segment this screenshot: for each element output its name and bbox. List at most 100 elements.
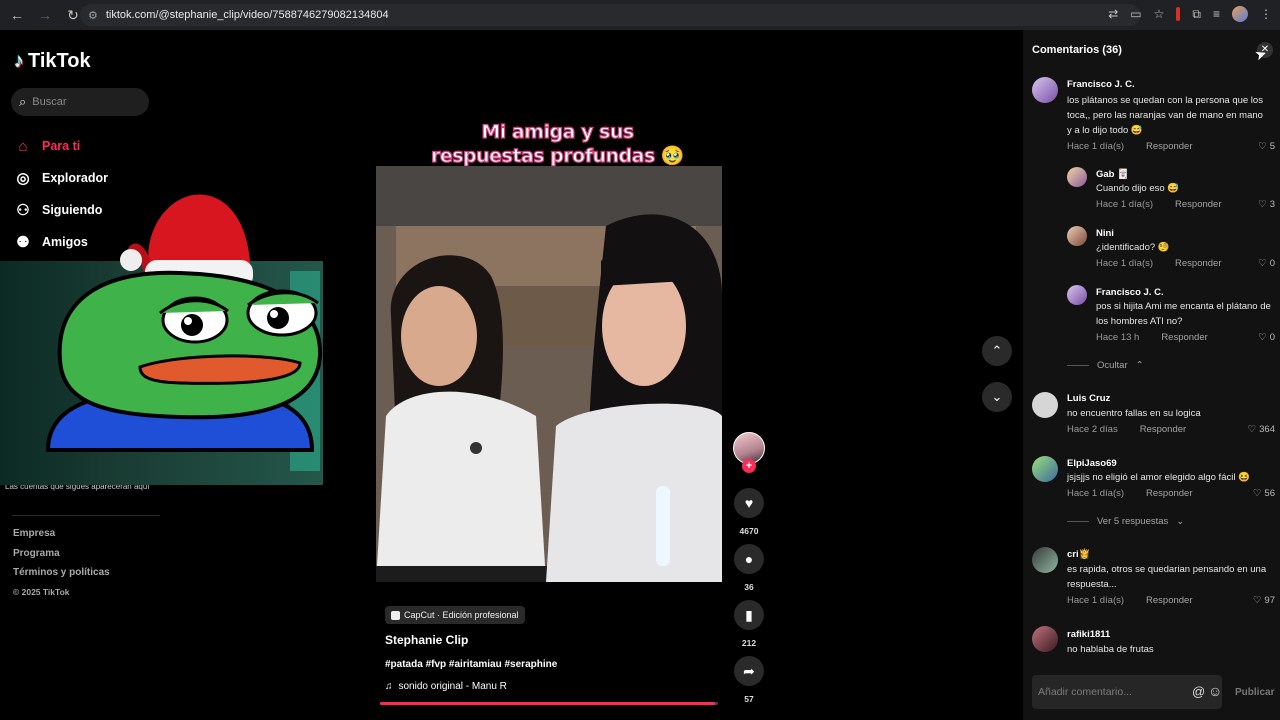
- footer-link-empresa[interactable]: Empresa: [13, 528, 110, 548]
- reload-icon[interactable]: ↻: [66, 7, 80, 24]
- comment-count: 36: [744, 582, 754, 592]
- chevron-up-icon: ⌃: [1135, 360, 1144, 371]
- emoji-icon[interactable]: ☺: [1208, 683, 1222, 699]
- search-box[interactable]: ⌕: [11, 88, 149, 116]
- install-icon[interactable]: ▭: [1130, 7, 1141, 21]
- reply-button[interactable]: Responder: [1175, 258, 1221, 269]
- menu-item-para-ti[interactable]: ⌂ Para ti: [14, 130, 108, 162]
- comment-time: Hace 1 día(s): [1096, 199, 1154, 210]
- comment-text: pos si hijita Ami me encanta el plátano …: [1096, 301, 1271, 327]
- commenter-avatar[interactable]: [1067, 167, 1087, 187]
- pepe-santa-image: [45, 194, 323, 452]
- video-hashtags[interactable]: #patada #fvp #airitamiau #seraphine: [385, 659, 557, 670]
- save-button[interactable]: ▮: [734, 600, 764, 630]
- search-input[interactable]: [32, 96, 133, 108]
- publish-button[interactable]: Publicar: [1235, 687, 1274, 698]
- comment-like-button[interactable]: ♡ 97: [1253, 595, 1275, 606]
- previous-video-button[interactable]: ⌃: [982, 336, 1012, 366]
- menu-label: Para ti: [42, 139, 81, 153]
- bookmark-star-icon[interactable]: ☆: [1154, 7, 1165, 21]
- comment-input[interactable]: [1038, 686, 1178, 698]
- reply-button[interactable]: Responder: [1175, 199, 1221, 210]
- video-progress-bar[interactable]: [380, 702, 718, 705]
- next-video-button[interactable]: ⌄: [982, 382, 1012, 412]
- footer-link-terminos[interactable]: Términos y políticas: [13, 567, 110, 587]
- commenter-name[interactable]: rafiki1811: [1067, 629, 1110, 640]
- follow-plus-icon[interactable]: +: [742, 459, 756, 473]
- comment-text: los plátanos se quedan con la persona qu…: [1067, 95, 1263, 136]
- sound-label: sonido original - Manu R: [398, 681, 507, 692]
- chevron-down-icon: ⌄: [1176, 516, 1185, 527]
- reply-button[interactable]: Responder: [1146, 595, 1192, 606]
- commenter-avatar[interactable]: [1032, 392, 1058, 418]
- search-icon: ⌕: [19, 94, 27, 109]
- tiktok-note-icon: ♪: [14, 50, 24, 72]
- comment-like-count: 56: [1264, 488, 1275, 499]
- heart-outline-icon: ♡: [1252, 488, 1262, 499]
- media-control-icon[interactable]: ≡: [1213, 7, 1220, 21]
- commenter-avatar[interactable]: [1032, 77, 1058, 103]
- comment-text: ¿identificado? 🧐: [1096, 242, 1170, 253]
- commenter-name[interactable]: Gab 🃏: [1096, 169, 1129, 180]
- hide-replies-button[interactable]: Ocultar ⌃: [1067, 360, 1144, 371]
- commenter-avatar[interactable]: [1032, 547, 1058, 573]
- commenter-avatar[interactable]: [1067, 226, 1087, 246]
- video-frame-image: [376, 166, 722, 582]
- comment-like-button[interactable]: ♡ 0: [1258, 258, 1275, 269]
- video-sound[interactable]: ♫ sonido original - Manu R: [385, 681, 507, 692]
- commenter-name[interactable]: Francisco J. C.: [1096, 287, 1164, 298]
- commenter-avatar[interactable]: [1032, 626, 1058, 652]
- commenter-name[interactable]: Francisco J. C.: [1067, 79, 1135, 90]
- comment-text: jsjsjjs no eligió el amor elegido algo f…: [1067, 472, 1250, 483]
- tiktok-logo[interactable]: ♪ TikTok: [14, 50, 91, 73]
- commenter-name[interactable]: Nini: [1096, 228, 1114, 239]
- address-bar[interactable]: ⚙ tiktok.com/@stephanie_clip/video/75887…: [80, 4, 1140, 26]
- comment-composer[interactable]: @ ☺: [1032, 675, 1222, 709]
- comment-item: Francisco J. C. los plátanos se quedan c…: [1032, 77, 1275, 157]
- extensions-puzzle-icon[interactable]: ⧉: [1192, 7, 1201, 22]
- video-author[interactable]: Stephanie Clip: [385, 633, 468, 647]
- view-replies-label: Ver 5 respuestas: [1097, 516, 1169, 527]
- reply-button[interactable]: Responder: [1161, 332, 1207, 343]
- commenter-avatar[interactable]: [1032, 456, 1058, 482]
- heart-outline-icon: ♡: [1247, 424, 1257, 435]
- comment-item: Luis Cruz no encuentro fallas en su logi…: [1032, 392, 1275, 438]
- like-count: 4670: [739, 526, 759, 536]
- comments-panel: Comentarios (36) ✕ ➤ Francisco J. C. los…: [1023, 30, 1280, 720]
- commenter-name[interactable]: ElpiJaso69: [1067, 458, 1117, 469]
- commenter-avatar[interactable]: [1067, 285, 1087, 305]
- comment-like-button[interactable]: ♡ 3: [1258, 199, 1275, 210]
- like-button[interactable]: ♥: [734, 488, 764, 518]
- reply-button[interactable]: Responder: [1146, 141, 1192, 152]
- comment-like-button[interactable]: ♡ 56: [1253, 488, 1275, 499]
- comment-button[interactable]: ●: [734, 544, 764, 574]
- comment-like-button[interactable]: ♡ 364: [1248, 424, 1275, 435]
- video-progress-fill: [380, 702, 715, 705]
- commenter-name[interactable]: Luis Cruz: [1067, 393, 1110, 404]
- mention-icon[interactable]: @: [1192, 684, 1205, 699]
- extension-icon[interactable]: [1176, 7, 1181, 21]
- comment-time: Hace 13 h: [1096, 332, 1140, 343]
- back-icon[interactable]: ←: [10, 7, 24, 23]
- reply-button[interactable]: Responder: [1140, 424, 1186, 435]
- comment-like-count: 97: [1264, 595, 1275, 606]
- comment-like-button[interactable]: ♡ 5: [1258, 141, 1275, 152]
- site-info-icon[interactable]: ⚙: [88, 9, 98, 22]
- video-player[interactable]: [376, 166, 722, 582]
- capcut-badge[interactable]: CapCut · Edición profesional: [385, 606, 525, 624]
- save-count: 212: [741, 638, 757, 648]
- view-replies-button[interactable]: Ver 5 respuestas ⌄: [1067, 516, 1184, 527]
- footer-link-programa[interactable]: Programa: [13, 548, 110, 568]
- forward-icon[interactable]: →: [38, 7, 52, 23]
- browser-menu-icon[interactable]: ⋮: [1260, 7, 1272, 21]
- hide-replies-label: Ocultar: [1097, 360, 1128, 371]
- translate-icon[interactable]: ⇄: [1108, 7, 1118, 21]
- reply-button[interactable]: Responder: [1146, 488, 1192, 499]
- heart-outline-icon: ♡: [1258, 199, 1267, 210]
- comment-like-button[interactable]: ♡ 0: [1258, 332, 1275, 343]
- url-text[interactable]: tiktok.com/@stephanie_clip/video/7588746…: [106, 9, 389, 21]
- video-overlay-caption: Mi amiga y sus respuestas profundas 🥹: [430, 120, 685, 167]
- share-button[interactable]: ➦: [734, 656, 764, 686]
- profile-avatar[interactable]: [1232, 6, 1248, 22]
- commenter-name[interactable]: cri👸: [1067, 549, 1090, 560]
